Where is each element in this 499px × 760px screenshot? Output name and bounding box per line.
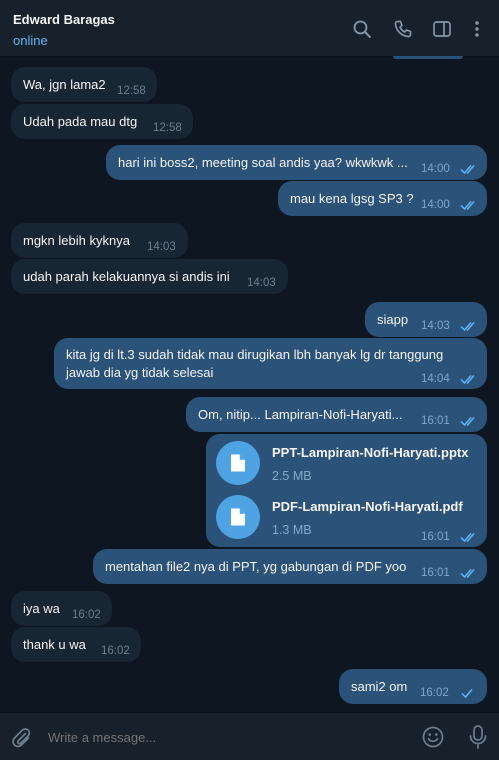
- file-name[interactable]: PPT-Lampiran-Nofi-Haryati.pptx: [272, 444, 468, 462]
- more-vertical-icon[interactable]: [467, 19, 487, 39]
- message-outgoing[interactable]: siapp 14:03: [365, 302, 487, 337]
- message-time: 14:03: [147, 241, 176, 253]
- double-check-icon: [460, 199, 478, 211]
- phone-icon[interactable]: [393, 19, 413, 39]
- message-outgoing[interactable]: kita jg di lt.3 sudah tidak mau dirugika…: [54, 338, 487, 389]
- message-time: 14:00: [421, 199, 450, 211]
- double-check-icon: [460, 320, 478, 332]
- message-input[interactable]: [48, 727, 398, 747]
- message-outgoing[interactable]: hari ini boss2, meeting soal andis yaa? …: [106, 145, 487, 180]
- message-text: siapp: [377, 312, 409, 327]
- message-outgoing[interactable]: sami2 om 16:02: [339, 669, 487, 704]
- message-text: Om, nitip... Lampiran-Nofi-Haryati...: [198, 407, 403, 422]
- message-composer: [0, 712, 499, 760]
- message-text: Udah pada mau dtg: [23, 114, 138, 129]
- message-text: sami2 om: [351, 679, 408, 694]
- message-time: 16:02: [420, 687, 449, 699]
- single-check-icon: [459, 687, 477, 699]
- message-outgoing[interactable]: Om, nitip... Lampiran-Nofi-Haryati... 16…: [186, 397, 487, 432]
- message-text-line: kita jg di lt.3 sudah tidak mau dirugika…: [66, 347, 444, 362]
- message-text: iya wa: [23, 601, 60, 616]
- message-time: 12:58: [153, 122, 182, 134]
- search-icon[interactable]: [352, 19, 372, 39]
- message-time: 14:00: [421, 163, 450, 175]
- message-text: mgkn lebih kyknya: [23, 233, 130, 248]
- message-text: hari ini boss2, meeting soal andis yaa? …: [118, 155, 408, 170]
- message-text: udah parah kelakuannya si andis ini: [23, 269, 230, 284]
- message-time: 14:03: [247, 277, 276, 289]
- message-text: mentahan file2 nya di PPT, yg gabungan d…: [105, 559, 407, 574]
- message-text: mau kena lgsg SP3 ?: [290, 191, 414, 206]
- message-incoming[interactable]: udah parah kelakuannya si andis ini 14:0…: [11, 259, 288, 294]
- message-time: 12:58: [117, 85, 146, 97]
- file-size: 2.5 MB: [272, 469, 312, 483]
- double-check-icon: [460, 163, 478, 175]
- emoji-icon[interactable]: [421, 725, 445, 749]
- message-incoming[interactable]: iya wa 16:02: [11, 591, 112, 626]
- paperclip-icon[interactable]: [10, 726, 32, 748]
- message-time: 14:04: [421, 373, 450, 385]
- file-name[interactable]: PDF-Lampiran-Nofi-Haryati.pdf: [272, 498, 463, 516]
- document-icon[interactable]: [216, 495, 260, 539]
- file-attachments-message: PPT-Lampiran-Nofi-Haryati.pptx 2.5 MB PD…: [206, 434, 487, 547]
- message-time: 16:01: [421, 567, 450, 579]
- file-attachment[interactable]: PPT-Lampiran-Nofi-Haryati.pptx 2.5 MB: [216, 441, 476, 491]
- message-text: Wa, jgn lama2: [23, 77, 106, 92]
- document-icon[interactable]: [216, 441, 260, 485]
- chat-header: Edward Baragas online: [0, 0, 499, 57]
- message-time: 16:02: [101, 645, 130, 657]
- double-check-icon: [460, 567, 478, 579]
- message-incoming[interactable]: Udah pada mau dtg 12:58: [11, 104, 193, 139]
- message-text-line: jawab dia yg tidak selesai: [66, 365, 214, 380]
- message-incoming[interactable]: mgkn lebih kyknya 14:03: [11, 223, 188, 258]
- double-check-icon: [460, 415, 478, 427]
- previous-message-edge: [393, 56, 463, 59]
- message-time: 16:01: [421, 531, 450, 543]
- message-outgoing[interactable]: mau kena lgsg SP3 ? 14:00: [278, 181, 487, 216]
- message-time: 16:02: [72, 609, 101, 621]
- message-incoming[interactable]: thank u wa 16:02: [11, 627, 141, 662]
- double-check-icon: [460, 531, 478, 543]
- contact-status: online: [13, 33, 48, 48]
- double-check-icon: [460, 373, 478, 385]
- message-outgoing[interactable]: mentahan file2 nya di PPT, yg gabungan d…: [93, 549, 487, 584]
- message-text: thank u wa: [23, 637, 86, 652]
- message-incoming[interactable]: Wa, jgn lama2 12:58: [11, 67, 157, 102]
- sidebar-toggle-icon[interactable]: [432, 19, 452, 39]
- message-time: 16:01: [421, 415, 450, 427]
- contact-name[interactable]: Edward Baragas: [13, 12, 115, 27]
- file-size: 1.3 MB: [272, 523, 312, 537]
- microphone-icon[interactable]: [466, 724, 490, 750]
- message-time: 14:03: [421, 320, 450, 332]
